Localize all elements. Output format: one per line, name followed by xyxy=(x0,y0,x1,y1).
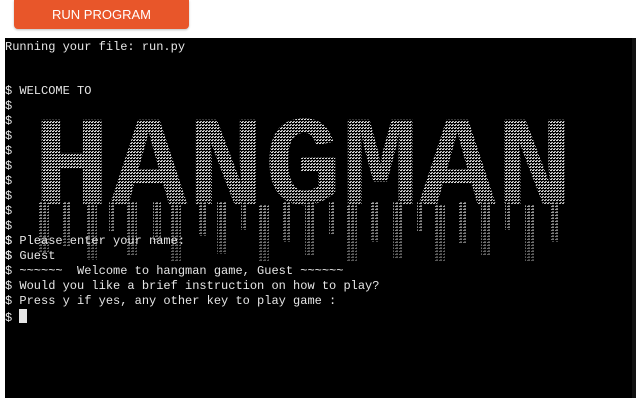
run-program-button[interactable]: RUN PROGRAM xyxy=(14,0,189,29)
name-prompt: $ Please enter your name: xyxy=(5,234,186,248)
prompt-line: $ xyxy=(5,159,13,173)
text-cursor xyxy=(19,309,28,323)
instruction-question: $ Would you like a brief instruction on … xyxy=(5,279,380,293)
instruction-choice: $ Press y if yes, any other key to play … xyxy=(5,294,337,308)
input-line[interactable]: $ xyxy=(5,309,28,325)
terminal-header: Running your file: run.py xyxy=(5,40,186,54)
prompt-line: $ xyxy=(5,174,13,188)
prompt-line: $ xyxy=(5,189,13,203)
terminal-scrollbar[interactable] xyxy=(632,38,636,398)
name-input-echo: $ Guest xyxy=(5,249,56,263)
prompt-line: $ xyxy=(5,99,13,113)
input-prompt: $ xyxy=(5,311,20,325)
greeting-line: $ ~~~~~~ Welcome to hangman game, Guest … xyxy=(5,264,344,278)
prompt-line: $ xyxy=(5,219,13,233)
terminal[interactable]: Running your file: run.py $ WELCOME TO $… xyxy=(5,38,636,398)
prompt-line: $ xyxy=(5,204,13,218)
prompt-line: $ xyxy=(5,114,13,128)
prompt-line: $ xyxy=(5,144,13,158)
prompt-line: $ xyxy=(5,129,13,143)
